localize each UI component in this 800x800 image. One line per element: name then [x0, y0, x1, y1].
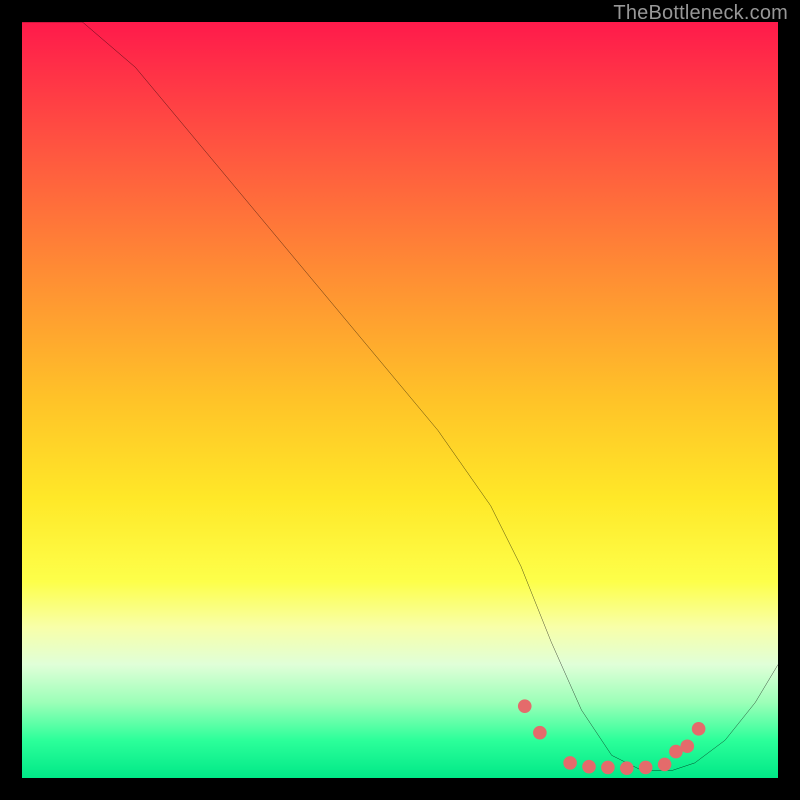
attribution-text: TheBottleneck.com	[613, 2, 788, 25]
curve-markers	[518, 699, 705, 775]
curve-marker-dot	[620, 761, 634, 775]
curve-marker-dot	[518, 699, 532, 713]
curve-marker-dot	[658, 758, 672, 772]
curve-marker-dot	[639, 761, 653, 775]
curve-marker-dot	[680, 739, 694, 753]
curve-marker-dot	[533, 726, 547, 740]
curve-marker-dot	[692, 722, 706, 736]
curve-marker-dot	[601, 761, 615, 775]
curve-marker-dot	[563, 756, 577, 770]
bottleneck-curve-chart	[22, 22, 778, 778]
curve-marker-dot	[582, 760, 596, 774]
curve-line	[22, 22, 778, 770]
